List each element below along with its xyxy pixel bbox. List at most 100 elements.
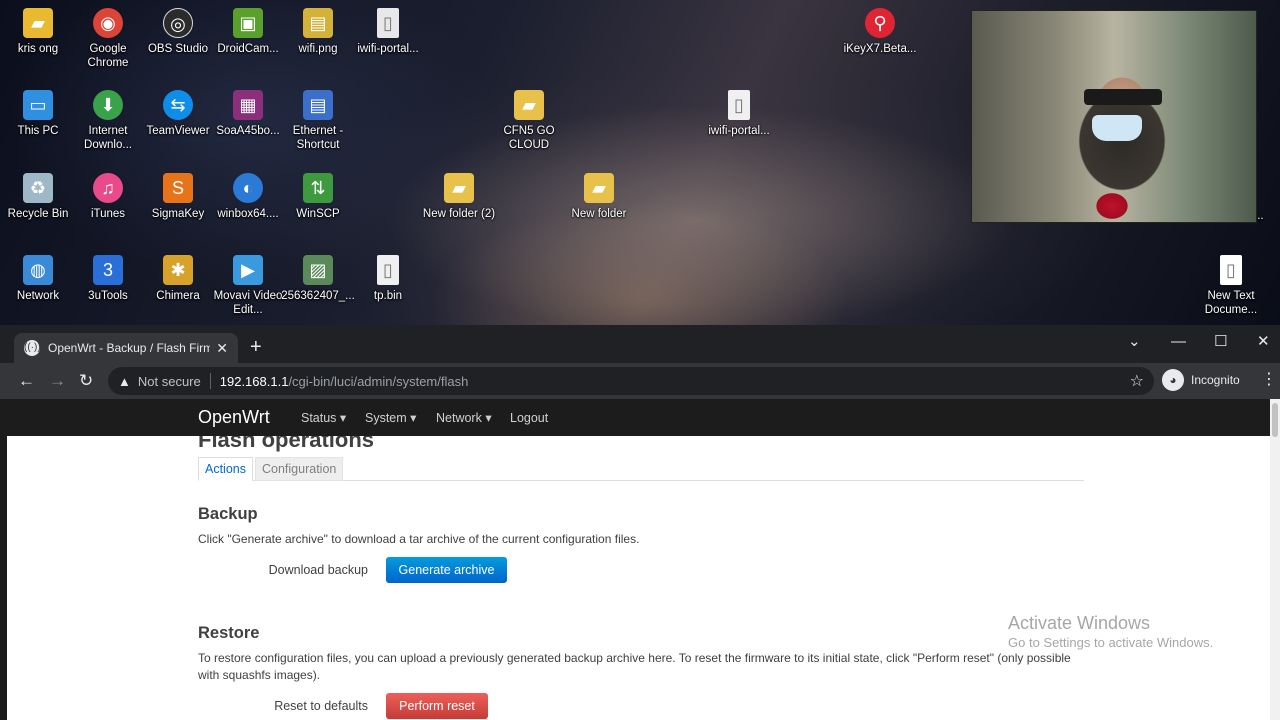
desktop-icon-new-text-document[interactable]: ▯ New Text Docume... (1193, 255, 1269, 317)
file-icon: ▯ (377, 8, 399, 38)
icon-label: SoaA45bo... (216, 125, 280, 137)
chrome-icon: ◉ (93, 8, 123, 38)
generate-archive-button[interactable]: Generate archive (386, 557, 507, 583)
menu-system[interactable]: System ▾ (365, 410, 416, 426)
desktop-icon-winbox[interactable]: ◐ winbox64.... (210, 173, 286, 221)
desktop-icon-itunes[interactable]: ♫ iTunes (70, 173, 146, 221)
perform-reset-button[interactable]: Perform reset (386, 693, 488, 719)
warning-triangle-icon: ▲ (118, 373, 131, 389)
desktop-icon-google-chrome[interactable]: ◉ Google Chrome (70, 8, 146, 70)
icon-label: iKeyX7.Beta... (843, 43, 917, 55)
movavi-icon: ▶ (233, 255, 263, 285)
tab-configuration[interactable]: Configuration (255, 457, 344, 481)
desktop-icon-ikey[interactable]: ⚲ iKeyX7.Beta... (842, 8, 918, 56)
restore-section-title: Restore (198, 624, 260, 642)
desktop-icon-winscp[interactable]: ⇅ WinSCP (280, 173, 356, 221)
desktop-icon-iwifi-portal-2[interactable]: ▯ iwifi-portal... (701, 90, 777, 138)
winrar-icon: ▦ (233, 90, 263, 120)
desktop-icon-tp-bin[interactable]: ▯ tp.bin (350, 255, 426, 303)
desktop-icon-sigmakey[interactable]: S SigmaKey (140, 173, 216, 221)
back-arrow-icon[interactable]: ← (18, 370, 35, 392)
new-tab-button[interactable]: + (250, 336, 262, 358)
maximize-button[interactable]: ☐ (1214, 331, 1227, 353)
desktop-icon-internet-download-manager[interactable]: ⬇ Internet Downlo... (70, 90, 146, 152)
incognito-indicator[interactable]: ◕ Incognito (1162, 369, 1240, 391)
icon-label: SigmaKey (151, 208, 205, 220)
this-pc-icon: ▭ (23, 90, 53, 120)
network-shortcut-icon: ▤ (303, 90, 333, 120)
desktop-icon-teamviewer[interactable]: ⇆ TeamViewer (140, 90, 216, 138)
address-bar[interactable]: ▲ Not secure 192.168.1.1 /cgi-bin/luci/a… (108, 367, 1154, 395)
icon-label: Chimera (156, 290, 200, 302)
scrollbar-thumb[interactable] (1272, 403, 1278, 437)
reload-icon[interactable]: ↻ (79, 370, 93, 392)
menu-status[interactable]: Status ▾ (301, 410, 346, 426)
browser-toolbar: ← → ↻ ▲ Not secure 192.168.1.1 /cgi-bin/… (0, 363, 1280, 399)
desktop-icon-3utools[interactable]: 3 3uTools (70, 255, 146, 303)
desktop-icon-droidcam[interactable]: ▣ DroidCam... (210, 8, 286, 56)
icon-label: TeamViewer (146, 125, 210, 137)
desktop-icon-cfn5-go-cloud[interactable]: ▰ CFN5 GO CLOUD (491, 90, 567, 152)
teamviewer-icon: ⇆ (163, 90, 193, 120)
reset-to-defaults-label: Reset to defaults (274, 699, 368, 713)
backup-description: Click "Generate archive" to download a t… (198, 532, 640, 546)
desktop-icon-chimera[interactable]: ✱ Chimera (140, 255, 216, 303)
file-icon: ▯ (728, 90, 750, 120)
openwrt-favicon-icon: ((·)) (24, 340, 41, 356)
restore-description: To restore configuration files, you can … (198, 651, 1071, 682)
openwrt-header: OpenWrt Status ▾ System ▾ Network ▾ Logo… (0, 399, 1270, 436)
webcam-person-mask (1092, 115, 1142, 141)
page-scrollbar[interactable] (1270, 399, 1280, 720)
browser-menu-icon[interactable]: ⋮ (1261, 369, 1277, 391)
idm-icon: ⬇ (93, 90, 123, 120)
desktop-icon-ethernet-shortcut[interactable]: ▤ Ethernet - Shortcut (280, 90, 356, 152)
folder-icon: ▰ (444, 173, 474, 203)
desktop-icon-winrar-archive[interactable]: ▦ SoaA45bo... (210, 90, 286, 138)
activation-title: Activate Windows (1008, 613, 1151, 633)
desktop-icon-wifi-png[interactable]: ▤ wifi.png (280, 8, 356, 56)
droidcam-icon: ▣ (233, 8, 263, 38)
desktop-icon-network[interactable]: ◍ Network (0, 255, 76, 303)
desktop-icon-recycle-bin[interactable]: ♻ Recycle Bin (0, 173, 76, 221)
omnibox-divider (209, 373, 211, 389)
desktop-icon-new-folder-2[interactable]: ▰ New folder (2) (421, 173, 497, 221)
openwrt-brand[interactable]: OpenWrt (198, 406, 270, 428)
tab-actions[interactable]: Actions (198, 457, 253, 481)
browser-tab-openwrt[interactable]: ((·)) OpenWrt - Backup / Flash Firmware … (14, 333, 238, 363)
icon-label: CFN5 GO CLOUD (503, 125, 555, 151)
desktop-icon-photo-file[interactable]: ▨ 256362407_... (280, 255, 356, 303)
icon-label: Movavi Video Edit... (213, 290, 283, 316)
forward-arrow-icon[interactable]: → (49, 370, 66, 392)
desktop-icon-kris-ong[interactable]: ▰ kris ong (0, 8, 76, 56)
icon-label: tp.bin (373, 290, 403, 302)
desktop-icon-new-folder[interactable]: ▰ New folder (561, 173, 637, 221)
desktop-icon-iwifi-portal[interactable]: ▯ iwifi-portal... (350, 8, 426, 56)
icon-label: 3uTools (88, 290, 128, 302)
icon-label: Ethernet - Shortcut (292, 125, 344, 151)
network-icon: ◍ (23, 255, 53, 285)
3utools-icon: 3 (93, 255, 123, 285)
close-window-button[interactable]: ✕ (1257, 331, 1270, 353)
minimize-button[interactable]: — (1171, 331, 1186, 353)
obs-icon: ◎ (163, 8, 193, 38)
menu-logout[interactable]: Logout (510, 410, 548, 426)
tab-close-icon[interactable]: ✕ (216, 340, 228, 357)
icon-label: iTunes (90, 208, 126, 220)
bookmark-star-icon[interactable]: ☆ (1130, 371, 1144, 391)
image-file-icon: ▤ (303, 8, 333, 38)
security-status[interactable]: Not secure (138, 374, 201, 389)
recycle-bin-icon: ♻ (23, 173, 53, 203)
flash-tabs: Actions Configuration (198, 457, 1084, 481)
desktop-icon-movavi[interactable]: ▶ Movavi Video Edit... (210, 255, 286, 317)
desktop-icon-this-pc[interactable]: ▭ This PC (0, 90, 76, 138)
activation-subtitle: Go to Settings to activate Windows. (1008, 635, 1214, 650)
icon-label: OBS Studio (147, 43, 209, 55)
icon-label: Recycle Bin (7, 208, 69, 220)
folder-icon: ▰ (584, 173, 614, 203)
icon-label: Google Chrome (87, 43, 129, 69)
menu-network[interactable]: Network ▾ (436, 410, 492, 426)
desktop-icon-obs-studio[interactable]: ◎ OBS Studio (140, 8, 216, 56)
tab-search-chevron-icon[interactable]: ⌄ (1128, 331, 1141, 353)
windows-activation-watermark: Activate Windows Go to Settings to activ… (1008, 612, 1213, 652)
icon-label: WinSCP (296, 208, 340, 220)
